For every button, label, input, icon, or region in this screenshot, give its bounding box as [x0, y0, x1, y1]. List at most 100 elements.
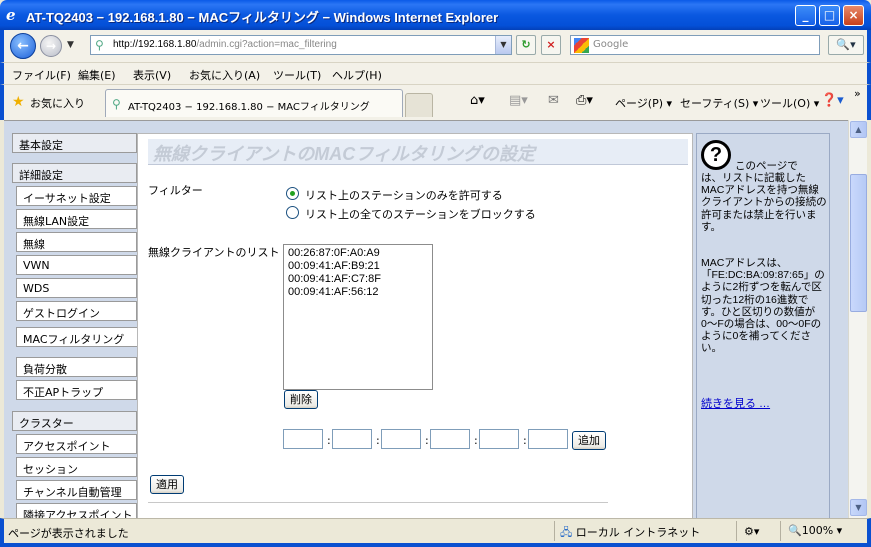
sidebar-item-mac-filtering[interactable]: MACフィルタリング: [16, 327, 144, 347]
refresh-button[interactable]: ↻: [516, 35, 536, 55]
mac-octet-5[interactable]: [479, 429, 519, 449]
sidebar-item-wds[interactable]: WDS: [16, 278, 137, 298]
sidebar-item-neighbor-ap[interactable]: 隣接アクセスポイント: [16, 503, 137, 518]
question-mark-icon: ?: [701, 140, 731, 170]
search-input[interactable]: Google: [570, 35, 820, 55]
sidebar-item-rogue-ap[interactable]: 不正APトラップ: [16, 380, 137, 400]
sidebar-item-load-balancing[interactable]: 負荷分散: [16, 357, 137, 377]
back-button[interactable]: ←: [10, 33, 36, 59]
search-button[interactable]: 🔍▾: [828, 35, 864, 55]
page-title: 無線クライアントのMACフィルタリングの設定: [148, 139, 688, 165]
site-favicon-icon: ⚲: [95, 38, 104, 52]
add-button[interactable]: 追加: [572, 431, 606, 450]
apply-button[interactable]: 適用: [150, 475, 184, 494]
page-background: 基本設定 詳細設定 イーサネット設定 無線LAN設定 無線 VWN WDS ゲス…: [4, 121, 848, 518]
favorites-star-icon[interactable]: ★: [12, 94, 25, 110]
title-bar: e AT-TQ2403 − 192.168.1.80 − MACフィルタリング …: [0, 0, 871, 30]
tab-favicon-icon: ⚲: [112, 97, 121, 111]
help-icon[interactable]: ❓▾: [821, 93, 844, 108]
favorites-button[interactable]: お気に入り: [30, 95, 85, 111]
sidebar-item-sessions[interactable]: セッション: [16, 457, 137, 477]
sidebar-item-guest-login[interactable]: ゲストログイン: [16, 301, 137, 321]
maximize-button[interactable]: □: [819, 5, 840, 26]
tab-active[interactable]: ⚲ AT-TQ2403 − 192.168.1.80 − MACフィルタリング: [105, 89, 403, 117]
client-listbox[interactable]: 00:26:87:0F:A0:A9 00:09:41:AF:B9:21 00:0…: [283, 244, 433, 390]
security-zone[interactable]: 🖧 ローカル イントラネット: [560, 524, 700, 543]
vertical-scrollbar[interactable]: ▲ ▼: [848, 120, 867, 518]
main-panel: 無線クライアントのMACフィルタリングの設定 フィルター リスト上のステーション…: [137, 133, 693, 518]
help-panel: ? このページで は、リストに記載したMACアドレスを持つ無線クライアントからの…: [696, 133, 830, 518]
mac-octet-4[interactable]: [430, 429, 470, 449]
zoom-level[interactable]: 🔍100% ▾: [788, 524, 842, 537]
mac-separator: :: [425, 434, 429, 447]
menu-favorites[interactable]: お気に入り(A): [189, 67, 260, 83]
list-item[interactable]: 00:09:41:AF:56:12: [288, 286, 428, 299]
status-divider: [736, 521, 737, 541]
list-item[interactable]: 00:26:87:0F:A0:A9: [288, 247, 428, 260]
page-menu[interactable]: ページ(P) ▾: [615, 95, 672, 111]
menu-help[interactable]: ヘルプ(H): [332, 67, 382, 83]
scroll-up-icon[interactable]: ▲: [850, 121, 867, 138]
tools-menu[interactable]: ツール(O) ▾: [760, 95, 819, 111]
ie-logo-icon: e: [6, 6, 16, 24]
mac-octet-1[interactable]: [283, 429, 323, 449]
forward-button[interactable]: →: [40, 35, 62, 57]
sidebar-cluster[interactable]: クラスター: [12, 411, 137, 431]
menu-file[interactable]: ファイル(F): [12, 67, 71, 83]
sidebar-item-wlan[interactable]: 無線LAN設定: [16, 209, 137, 229]
mac-octet-3[interactable]: [381, 429, 421, 449]
sidebar-item-access-points[interactable]: アクセスポイント: [16, 434, 137, 454]
tab-bar: ★ お気に入り ⚲ AT-TQ2403 − 192.168.1.80 − MAC…: [0, 84, 871, 120]
new-tab-button[interactable]: [405, 93, 433, 117]
menu-edit[interactable]: 編集(E): [78, 67, 116, 83]
print-icon[interactable]: ⎙▾: [576, 93, 593, 108]
address-bar: ← → ▼ ⚲ http://192.168.1.80/admin.cgi?ac…: [0, 30, 871, 62]
radio-block-label[interactable]: リスト上の全てのステーションをブロックする: [305, 206, 536, 222]
mac-octet-2[interactable]: [332, 429, 372, 449]
mac-separator: :: [474, 434, 478, 447]
sidebar-advanced[interactable]: 詳細設定: [12, 163, 137, 183]
close-button[interactable]: ×: [843, 5, 864, 26]
mac-separator: :: [523, 434, 527, 447]
minimize-button[interactable]: _: [795, 5, 816, 26]
intranet-globe-icon: 🖧: [560, 526, 576, 539]
menu-tools[interactable]: ツール(T): [273, 67, 321, 83]
list-item[interactable]: 00:09:41:AF:C7:8F: [288, 273, 428, 286]
radio-allow-label[interactable]: リスト上のステーションのみを許可する: [305, 187, 503, 203]
status-divider: [554, 521, 555, 541]
url-input[interactable]: ⚲ http://192.168.1.80/admin.cgi?action=m…: [90, 35, 512, 55]
help-format-text: MACアドレスは、「FE:DC:BA:09:87:65」のように2桁ずつを転んで…: [701, 257, 825, 355]
mail-icon[interactable]: ✉: [548, 93, 559, 108]
feeds-icon[interactable]: ▤▾: [509, 93, 528, 108]
tab-title: AT-TQ2403 − 192.168.1.80 − MACフィルタリング: [128, 102, 370, 113]
protected-mode-icon[interactable]: ⚙▾: [744, 525, 759, 538]
sidebar-item-auto-channel[interactable]: チャンネル自動管理: [16, 480, 137, 500]
status-text: ページが表示されました: [8, 527, 129, 540]
sidebar-item-vwn[interactable]: VWN: [16, 255, 137, 275]
history-dropdown-icon[interactable]: ▼: [67, 40, 74, 50]
menu-bar: ファイル(F) 編集(E) 表示(V) お気に入り(A) ツール(T) ヘルプ(…: [0, 62, 871, 84]
list-item[interactable]: 00:09:41:AF:B9:21: [288, 260, 428, 273]
sidebar-item-ethernet[interactable]: イーサネット設定: [16, 186, 137, 206]
filter-label: フィルター: [148, 184, 203, 197]
mac-separator: :: [327, 434, 331, 447]
sidebar-item-wireless[interactable]: 無線: [16, 232, 137, 252]
delete-button[interactable]: 削除: [284, 390, 318, 409]
home-icon[interactable]: ⌂▾: [470, 93, 485, 108]
menu-view[interactable]: 表示(V): [133, 67, 171, 83]
scroll-thumb[interactable]: [850, 174, 867, 312]
read-more-link[interactable]: 続きを見る …: [701, 395, 770, 411]
divider: [148, 502, 608, 503]
radio-allow-only[interactable]: [286, 187, 299, 200]
url-dropdown-icon[interactable]: ▼: [495, 36, 511, 54]
status-divider: [780, 521, 781, 541]
url-text: http://192.168.1.80/admin.cgi?action=mac…: [113, 39, 337, 50]
stop-button[interactable]: ×: [541, 35, 561, 55]
sidebar-basic[interactable]: 基本設定: [12, 133, 137, 153]
overflow-chevron[interactable]: »: [854, 87, 861, 100]
safety-menu[interactable]: セーフティ(S) ▾: [680, 95, 758, 111]
radio-block-all[interactable]: [286, 206, 299, 219]
mac-octet-6[interactable]: [528, 429, 568, 449]
zoom-icon: 🔍: [788, 524, 802, 537]
scroll-down-icon[interactable]: ▼: [850, 499, 867, 516]
